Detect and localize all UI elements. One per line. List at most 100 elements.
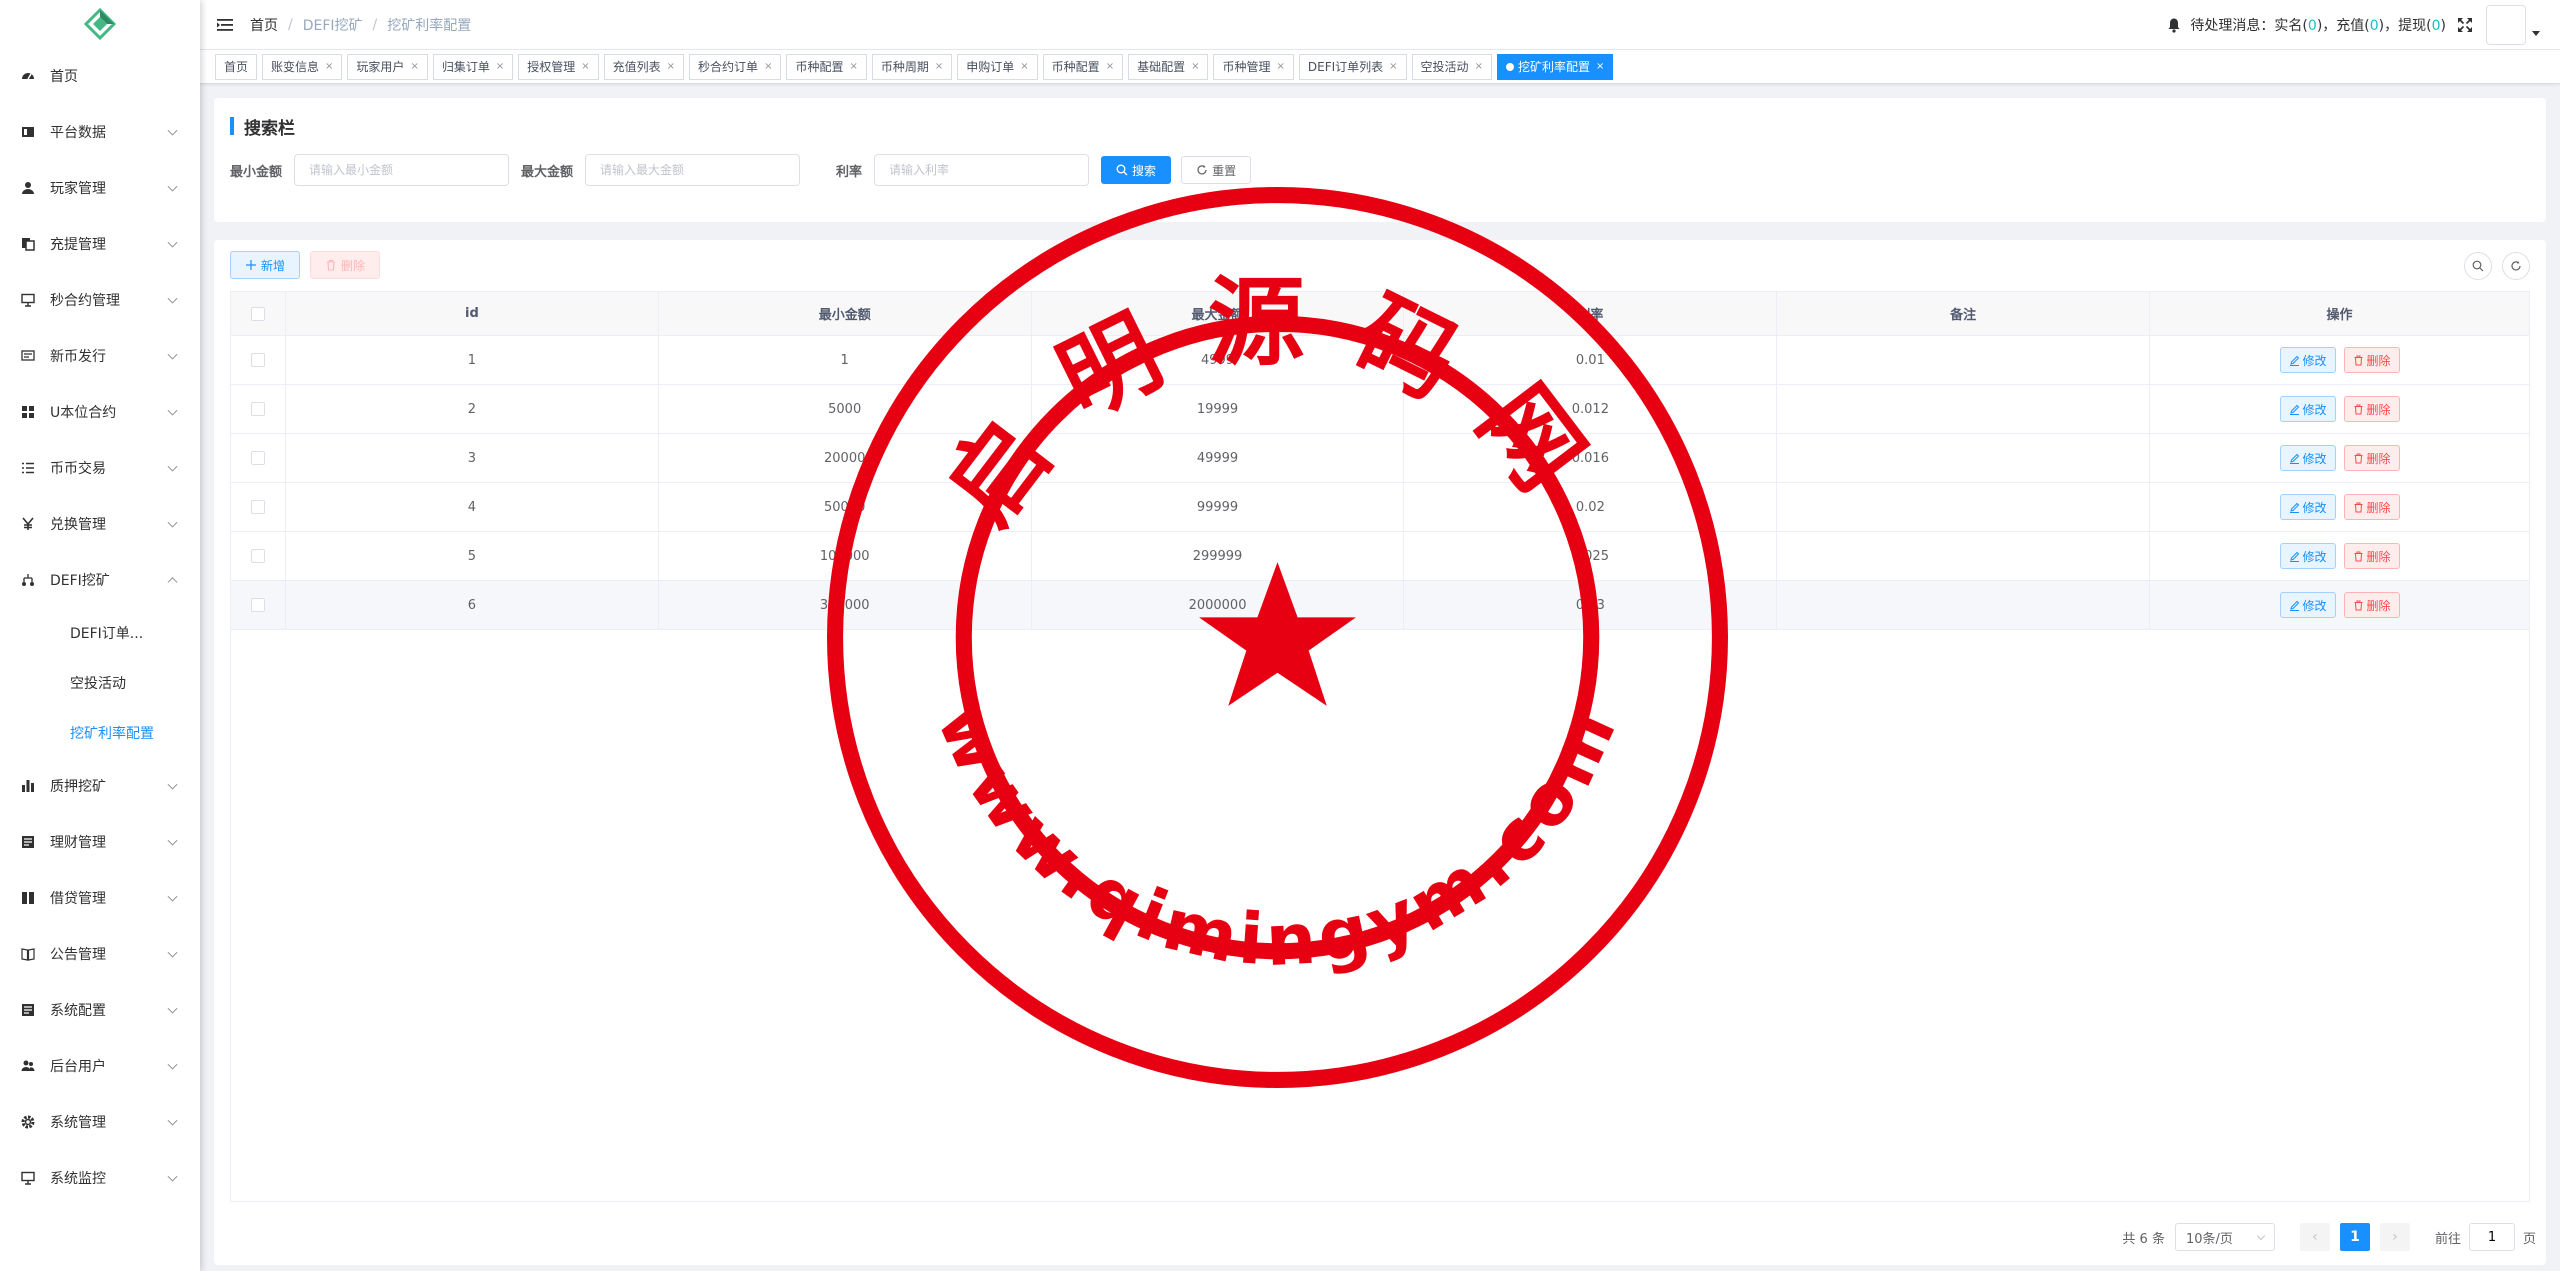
table-row[interactable]: 6 300000 2000000 0.03 修改 删除	[230, 580, 2530, 630]
sidebar-item[interactable]: 质押挖矿	[0, 758, 200, 814]
tag-item[interactable]: 币种周期 ×	[871, 53, 953, 80]
avatar[interactable]	[2486, 5, 2526, 45]
sidebar-item[interactable]: 新币发行	[0, 328, 200, 384]
select-all-checkbox[interactable]	[250, 306, 265, 321]
sidebar-subitem[interactable]: 挖矿利率配置	[0, 708, 200, 758]
next-page-button[interactable]: ›	[2379, 1223, 2410, 1251]
tag-item[interactable]: DEFI订单列表 ×	[1298, 53, 1407, 80]
caret-down-icon[interactable]	[2532, 30, 2540, 36]
close-icon[interactable]: ×	[325, 55, 333, 79]
breadcrumb-home[interactable]: 首页	[250, 15, 278, 35]
delete-button[interactable]: 删除	[2343, 347, 2400, 373]
fullscreen-icon[interactable]	[2456, 16, 2474, 34]
row-checkbox[interactable]	[250, 451, 265, 465]
delete-button[interactable]: 删除	[2343, 543, 2400, 569]
prev-page-button[interactable]: ‹	[2299, 1223, 2330, 1251]
table-row[interactable]: 1 1 4999 0.01 修改 删除	[230, 335, 2530, 385]
close-icon[interactable]: ×	[764, 55, 772, 79]
page-number[interactable]: 1	[2339, 1223, 2370, 1251]
close-icon[interactable]: ×	[1020, 55, 1028, 79]
tag-item[interactable]: 玩家用户 ×	[347, 53, 428, 80]
tag-item[interactable]: 空投活动 ×	[1411, 53, 1492, 80]
sidebar-item[interactable]: 首页	[0, 48, 200, 104]
sidebar-subitem[interactable]: DEFI订单...	[0, 608, 200, 658]
min-amount-input[interactable]	[294, 154, 510, 186]
close-icon[interactable]: ×	[935, 55, 943, 79]
table-row[interactable]: 2 5000 19999 0.012 修改 删除	[230, 384, 2530, 434]
sidebar-item[interactable]: 秒合约管理	[0, 272, 200, 328]
goto-page-input[interactable]	[2468, 1223, 2515, 1251]
tag-item[interactable]: 基础配置 ×	[1128, 53, 1209, 80]
close-icon[interactable]: ×	[1475, 55, 1483, 79]
toggle-search-button[interactable]	[2464, 252, 2492, 280]
delete-button[interactable]: 删除	[2343, 445, 2400, 471]
close-icon[interactable]: ×	[410, 55, 418, 79]
add-button[interactable]: 新增	[230, 251, 301, 279]
table-row[interactable]: 3 20000 49999 0.016 修改 删除	[230, 433, 2530, 483]
edit-button[interactable]: 修改	[2279, 347, 2336, 373]
tag-item[interactable]: 授权管理 ×	[518, 53, 599, 80]
sidebar-item[interactable]: 币币交易	[0, 440, 200, 496]
close-icon[interactable]: ×	[1596, 55, 1604, 79]
delete-button[interactable]: 删除	[2343, 494, 2400, 520]
sidebar-item[interactable]: 理财管理	[0, 814, 200, 870]
row-checkbox[interactable]	[250, 402, 265, 416]
row-checkbox[interactable]	[250, 549, 265, 563]
tag-item-active[interactable]: 挖矿利率配置 ×	[1496, 53, 1614, 80]
sidebar-item[interactable]: 平台数据	[0, 104, 200, 160]
close-icon[interactable]: ×	[849, 55, 857, 79]
batch-delete-button[interactable]: 删除	[310, 251, 381, 279]
sidebar-item[interactable]: 兑换管理	[0, 496, 200, 552]
reset-button[interactable]: 重置	[1181, 156, 1252, 184]
tag-item[interactable]: 币种配置 ×	[786, 53, 867, 80]
rate-label: 利率	[836, 164, 863, 180]
close-icon[interactable]: ×	[1106, 55, 1114, 79]
sidebar-item[interactable]: U本位合约	[0, 384, 200, 440]
sidebar-item[interactable]: 充提管理	[0, 216, 200, 272]
sidebar-item[interactable]: 公告管理	[0, 926, 200, 982]
tag-item[interactable]: 币种管理 ×	[1213, 53, 1294, 80]
sidebar-item[interactable]: 系统配置	[0, 982, 200, 1038]
close-icon[interactable]: ×	[581, 55, 589, 79]
close-icon[interactable]: ×	[496, 55, 504, 79]
sidebar-item[interactable]: 系统管理	[0, 1094, 200, 1150]
tag-item[interactable]: 币种配置 ×	[1042, 53, 1124, 80]
row-checkbox[interactable]	[250, 500, 265, 514]
page-size-select[interactable]: 10条/页	[2174, 1223, 2275, 1251]
sidebar-subitem[interactable]: 空投活动	[0, 658, 200, 708]
sidebar-item[interactable]: 借贷管理	[0, 870, 200, 926]
max-amount-input[interactable]	[585, 154, 801, 186]
tag-item[interactable]: 申购订单 ×	[957, 53, 1038, 80]
close-icon[interactable]: ×	[1191, 55, 1199, 79]
sidebar-item[interactable]: 玩家管理	[0, 160, 200, 216]
rate-input[interactable]	[874, 154, 1090, 186]
close-icon[interactable]: ×	[1389, 55, 1397, 79]
edit-button[interactable]: 修改	[2279, 445, 2336, 471]
row-checkbox[interactable]	[250, 353, 265, 367]
delete-button[interactable]: 删除	[2343, 396, 2400, 422]
tag-item[interactable]: 归集订单 ×	[432, 53, 514, 80]
edit-button[interactable]: 修改	[2279, 592, 2336, 618]
edit-button[interactable]: 修改	[2279, 543, 2336, 569]
sidebar-item[interactable]: DEFI挖矿	[0, 552, 200, 608]
hamburger-button[interactable]	[200, 0, 250, 50]
table-row[interactable]: 5 100000 299999 0.025 修改 删除	[230, 531, 2530, 581]
tag-item[interactable]: 秒合约订单 ×	[689, 53, 782, 80]
table-row[interactable]: 4 50000 99999 0.02 修改 删除	[230, 482, 2530, 532]
search-button[interactable]: 搜索	[1101, 156, 1172, 184]
logo[interactable]	[0, 0, 200, 48]
tag-item[interactable]: 充值列表 ×	[603, 53, 685, 80]
sidebar-item[interactable]: 后台用户	[0, 1038, 200, 1094]
edit-button[interactable]: 修改	[2279, 494, 2336, 520]
pending-notice[interactable]: 待处理消息：实名(0)，充值(0)，提现(0)	[2190, 15, 2446, 35]
delete-button[interactable]: 删除	[2343, 592, 2400, 618]
tag-item[interactable]: 首页	[215, 53, 258, 80]
close-icon[interactable]: ×	[667, 55, 675, 79]
tag-item[interactable]: 账变信息 ×	[262, 53, 343, 80]
row-checkbox[interactable]	[250, 598, 265, 612]
bell-icon[interactable]	[2166, 17, 2182, 33]
sidebar-item[interactable]: 系统监控	[0, 1150, 200, 1206]
close-icon[interactable]: ×	[1277, 55, 1285, 79]
edit-button[interactable]: 修改	[2279, 396, 2336, 422]
refresh-button[interactable]	[2502, 252, 2530, 280]
